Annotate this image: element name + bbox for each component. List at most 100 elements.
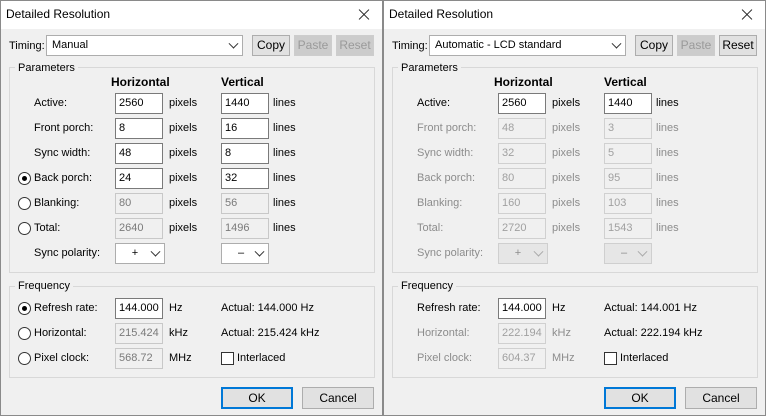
active-horizontal-unit: pixels <box>552 97 581 109</box>
sync-width-horizontal-input[interactable]: 48 <box>115 143 163 164</box>
pixel-clock-unit: MHz <box>169 352 192 364</box>
active-horizontal-unit: pixels <box>169 97 198 109</box>
back-porch-vertical-unit: lines <box>656 172 679 184</box>
back-porch-radio[interactable] <box>18 172 31 185</box>
blanking-vertical-field: 56 <box>221 193 269 214</box>
close-icon[interactable] <box>729 1 765 29</box>
paste-button[interactable]: Paste <box>294 35 332 56</box>
front-porch-label: Front porch: <box>34 122 94 134</box>
refresh-rate-unit: Hz <box>552 302 566 314</box>
horizontal-sync-polarity-value: + <box>131 247 139 259</box>
sync-width-vertical-input[interactable]: 8 <box>221 143 269 164</box>
back-porch-horizontal-unit: pixels <box>552 172 581 184</box>
back-porch-vertical-input[interactable]: 32 <box>221 168 269 189</box>
blanking-radio[interactable] <box>18 197 31 210</box>
close-icon[interactable] <box>346 1 382 29</box>
sync-width-vertical-input: 5 <box>604 143 652 164</box>
refresh-rate-radio[interactable] <box>18 302 31 315</box>
horizontal-frequency-label: Horizontal: <box>34 327 87 339</box>
front-porch-horizontal-unit: pixels <box>169 122 198 134</box>
parameters-group-label: Parameters <box>398 62 461 74</box>
copy-button[interactable]: Copy <box>635 35 673 56</box>
vertical-column-header: Vertical <box>604 75 647 89</box>
horizontal-column-header: Horizontal <box>494 75 553 89</box>
back-porch-horizontal-input: 80 <box>498 168 546 189</box>
total-horizontal-field: 2720 <box>498 218 546 239</box>
horizontal-sync-polarity-select: + <box>498 243 548 264</box>
active-horizontal-input[interactable]: 2560 <box>498 93 546 114</box>
vertical-sync-polarity-value: – <box>237 247 245 259</box>
active-vertical-unit: lines <box>656 97 679 109</box>
front-porch-vertical-input[interactable]: 16 <box>221 118 269 139</box>
total-horizontal-unit: pixels <box>552 222 581 234</box>
front-porch-vertical-unit: lines <box>656 122 679 134</box>
paste-button[interactable]: Paste <box>677 35 715 56</box>
sync-polarity-label: Sync polarity: <box>417 247 484 259</box>
refresh-rate-input[interactable]: 144.000 <box>498 298 546 319</box>
frequency-group-label: Frequency <box>15 280 73 292</box>
horizontal-frequency-unit: kHz <box>169 327 188 339</box>
reset-button[interactable]: Reset <box>719 35 757 56</box>
vertical-sync-polarity-value: – <box>620 247 628 259</box>
interlaced-checkbox[interactable] <box>604 352 617 365</box>
active-vertical-input[interactable]: 1440 <box>221 93 269 114</box>
title-bar: Detailed Resolution <box>384 1 765 29</box>
horizontal-frequency-unit: kHz <box>552 327 571 339</box>
total-label: Total: <box>417 222 444 234</box>
sync-width-vertical-unit: lines <box>273 147 296 159</box>
horizontal-sync-polarity-select[interactable]: + <box>115 243 165 264</box>
cancel-button[interactable]: Cancel <box>685 387 757 409</box>
back-porch-horizontal-input[interactable]: 24 <box>115 168 163 189</box>
reset-button[interactable]: Reset <box>336 35 374 56</box>
detailed-resolution-dialog-automatic: Detailed Resolution Timing: Automatic - … <box>383 0 766 416</box>
total-vertical-unit: lines <box>656 222 679 234</box>
active-horizontal-input[interactable]: 2560 <box>115 93 163 114</box>
pixel-clock-field: 568.72 <box>115 348 163 369</box>
copy-button[interactable]: Copy <box>252 35 290 56</box>
horizontal-sync-polarity-value: + <box>514 247 522 259</box>
front-porch-horizontal-input: 48 <box>498 118 546 139</box>
active-vertical-input[interactable]: 1440 <box>604 93 652 114</box>
pixel-clock-field: 604.37 <box>498 348 546 369</box>
interlaced-checkbox[interactable] <box>221 352 234 365</box>
chevron-down-icon <box>254 246 265 257</box>
total-vertical-field: 1496 <box>221 218 269 239</box>
front-porch-label: Front porch: <box>417 122 477 134</box>
total-vertical-field: 1543 <box>604 218 652 239</box>
title-bar: Detailed Resolution <box>1 1 382 29</box>
refresh-rate-label: Refresh rate: <box>34 302 98 314</box>
dialog-title: Detailed Resolution <box>6 7 111 21</box>
blanking-horizontal-unit: pixels <box>169 197 198 209</box>
chevron-down-icon <box>637 246 648 257</box>
back-porch-vertical-unit: lines <box>273 172 296 184</box>
total-radio[interactable] <box>18 222 31 235</box>
blanking-vertical-unit: lines <box>273 197 296 209</box>
chevron-down-icon <box>611 38 622 49</box>
horizontal-frequency-radio[interactable] <box>18 327 31 340</box>
cancel-button[interactable]: Cancel <box>302 387 374 409</box>
active-label: Active: <box>34 97 68 109</box>
pixel-clock-radio[interactable] <box>18 352 31 365</box>
ok-button[interactable]: OK <box>604 387 676 409</box>
ok-button[interactable]: OK <box>221 387 293 409</box>
active-vertical-unit: lines <box>273 97 296 109</box>
horizontal-frequency-actual: Actual: 222.194 kHz <box>604 327 703 339</box>
front-porch-horizontal-input[interactable]: 8 <box>115 118 163 139</box>
blanking-vertical-field: 103 <box>604 193 652 214</box>
dialog-title: Detailed Resolution <box>389 7 494 21</box>
horizontal-frequency-label: Horizontal: <box>417 327 470 339</box>
horizontal-column-header: Horizontal <box>111 75 170 89</box>
timing-select[interactable]: Automatic - LCD standard <box>429 35 626 56</box>
total-horizontal-field: 2640 <box>115 218 163 239</box>
vertical-sync-polarity-select[interactable]: – <box>221 243 269 264</box>
sync-width-horizontal-unit: pixels <box>169 147 198 159</box>
sync-polarity-label: Sync polarity: <box>34 247 101 259</box>
refresh-rate-input[interactable]: 144.000 <box>115 298 163 319</box>
timing-select[interactable]: Manual <box>46 35 243 56</box>
total-vertical-unit: lines <box>273 222 296 234</box>
timing-select-value: Automatic - LCD standard <box>435 39 562 51</box>
refresh-rate-unit: Hz <box>169 302 183 314</box>
sync-width-label: Sync width: <box>34 147 91 159</box>
parameters-group-label: Parameters <box>15 62 78 74</box>
chevron-down-icon <box>533 246 544 257</box>
